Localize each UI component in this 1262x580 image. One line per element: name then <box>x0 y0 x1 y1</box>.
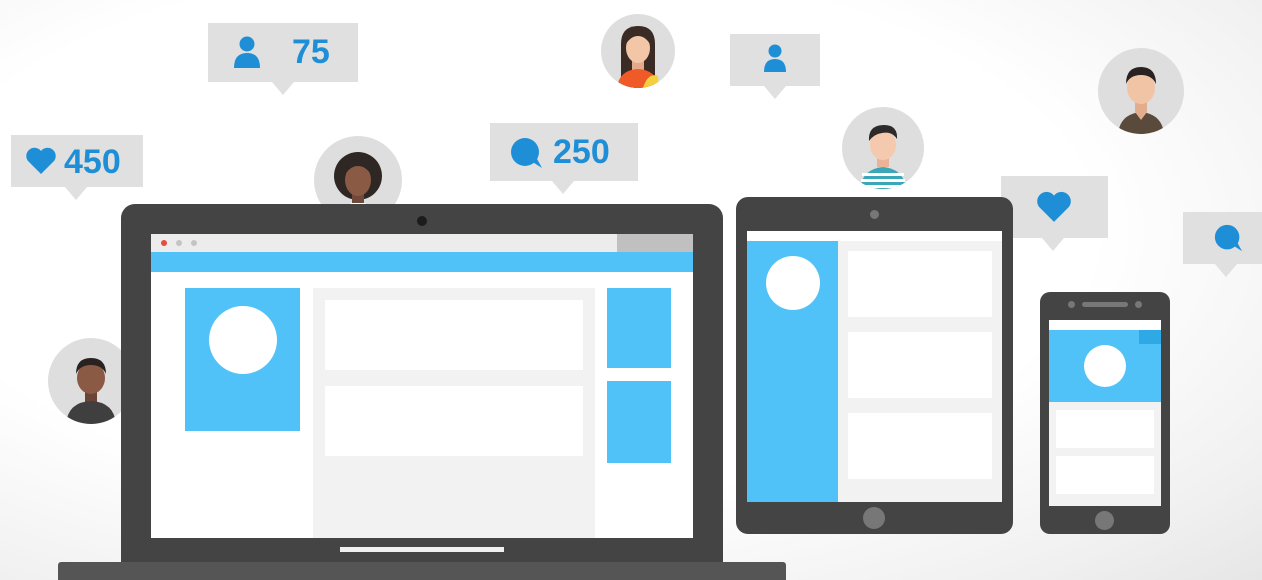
phone-screen <box>1049 320 1161 506</box>
heart-icon <box>1037 191 1071 222</box>
close-dot[interactable] <box>161 240 167 246</box>
tablet-camera <box>870 210 879 219</box>
followers-badge: 75 <box>208 23 358 95</box>
profile-photo-placeholder <box>209 306 277 374</box>
laptop <box>121 204 723 562</box>
tablet-profile-photo <box>766 256 820 310</box>
tablet-card[interactable] <box>848 332 992 398</box>
phone-profile-header <box>1049 330 1161 402</box>
phone-speaker <box>1082 302 1128 307</box>
followers-count: 75 <box>292 33 330 71</box>
phone-card[interactable] <box>1056 410 1154 448</box>
profile-card <box>185 288 300 431</box>
feed-column <box>313 288 595 538</box>
person-icon <box>764 44 786 72</box>
laptop-screen <box>151 234 693 538</box>
maximize-dot[interactable] <box>191 240 197 246</box>
person-icon <box>234 36 260 68</box>
laptop-hinge-bar <box>340 547 504 552</box>
phone-menu-tab[interactable] <box>1139 330 1161 344</box>
avatar-man-right <box>1098 48 1184 134</box>
tablet-card[interactable] <box>848 251 992 317</box>
site-header-bar <box>151 252 693 272</box>
feed-post[interactable] <box>325 386 583 456</box>
avatar-man-striped-shirt <box>842 107 924 189</box>
sidebar-widget[interactable] <box>607 288 671 368</box>
phone-home-button[interactable] <box>1095 511 1114 530</box>
tablet <box>736 197 1013 534</box>
phone-profile-photo <box>1084 345 1126 387</box>
tablet-topbar <box>747 231 1002 241</box>
comment-icon <box>511 138 542 168</box>
tablet-home-button[interactable] <box>863 507 885 529</box>
like-badge <box>1001 176 1108 251</box>
comments-badge: 250 <box>490 123 638 194</box>
comment-badge <box>1183 212 1262 277</box>
avatar-man-brown-icon <box>1118 67 1164 134</box>
browser-titlebar <box>151 234 693 252</box>
phone-topbar <box>1049 320 1161 330</box>
likes-badge: 450 <box>11 135 143 200</box>
tablet-screen <box>747 231 1002 502</box>
phone-sensor <box>1135 301 1142 308</box>
phone-camera <box>1068 301 1075 308</box>
comments-count: 250 <box>553 133 610 171</box>
phone-card[interactable] <box>1056 456 1154 494</box>
feed-post[interactable] <box>325 300 583 370</box>
tablet-card[interactable] <box>848 413 992 479</box>
laptop-camera <box>417 216 427 226</box>
avatar-man-striped-icon <box>860 125 906 189</box>
phone <box>1040 292 1170 534</box>
sidebar-widget[interactable] <box>607 381 671 463</box>
profile-badge <box>730 34 820 99</box>
laptop-base <box>58 562 786 580</box>
heart-icon <box>26 147 56 174</box>
minimize-dot[interactable] <box>176 240 182 246</box>
tablet-sidebar <box>747 241 838 502</box>
comment-icon <box>1214 224 1242 252</box>
avatar-woman-dark-hair <box>601 14 675 88</box>
browser-search-area[interactable] <box>617 234 693 252</box>
avatar-woman-icon <box>617 26 659 88</box>
likes-count: 450 <box>64 143 121 181</box>
